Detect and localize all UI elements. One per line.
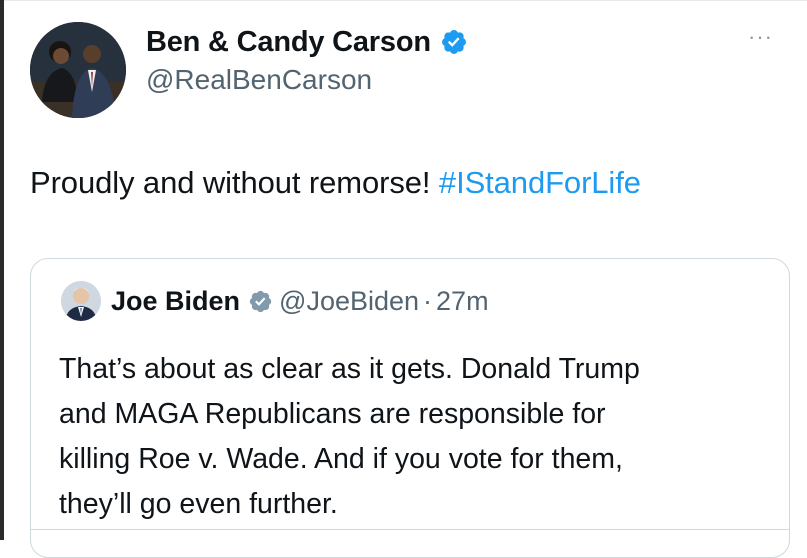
author-display-name[interactable]: Ben & Candy Carson [146, 26, 431, 59]
quoted-handle[interactable]: @JoeBiden [279, 286, 419, 317]
quoted-author-avatar[interactable] [61, 281, 101, 321]
quoted-tweet-card[interactable]: Joe Biden @JoeBiden · 27m That’s about a… [30, 258, 790, 558]
window-edge [0, 0, 4, 540]
avatar-photo-icon [61, 281, 101, 321]
tweet-body: Proudly and without remorse! [30, 165, 439, 200]
tweet-text: Proudly and without remorse! #IStandForL… [30, 165, 641, 201]
author-avatar[interactable] [30, 22, 126, 118]
quoted-display-name[interactable]: Joe Biden [111, 286, 240, 317]
more-options-icon[interactable]: ··· [748, 26, 773, 48]
quoted-text: That’s about as clear as it gets. Donald… [59, 347, 779, 527]
quoted-text-line: killing Roe v. Wade. And if you vote for… [59, 443, 623, 475]
author-name-row[interactable]: Ben & Candy Carson [146, 24, 468, 60]
gray-verified-badge-icon [248, 289, 273, 314]
quoted-text-line: and MAGA Republicans are responsible for [59, 398, 606, 430]
quoted-text-line: That’s about as clear as it gets. Donald… [59, 353, 640, 385]
author-handle[interactable]: @RealBenCarson [146, 64, 372, 96]
quoted-card-divider [31, 529, 789, 530]
avatar-photo-icon [30, 22, 126, 118]
quoted-timestamp[interactable]: 27m [436, 286, 489, 317]
quoted-text-line: they’ll go even further. [59, 488, 338, 520]
quoted-header: Joe Biden @JoeBiden · 27m [111, 285, 489, 317]
hashtag-link[interactable]: #IStandForLife [439, 165, 641, 200]
top-divider [4, 0, 807, 1]
separator-dot: · [423, 285, 433, 316]
blue-verified-badge-icon [440, 28, 468, 56]
